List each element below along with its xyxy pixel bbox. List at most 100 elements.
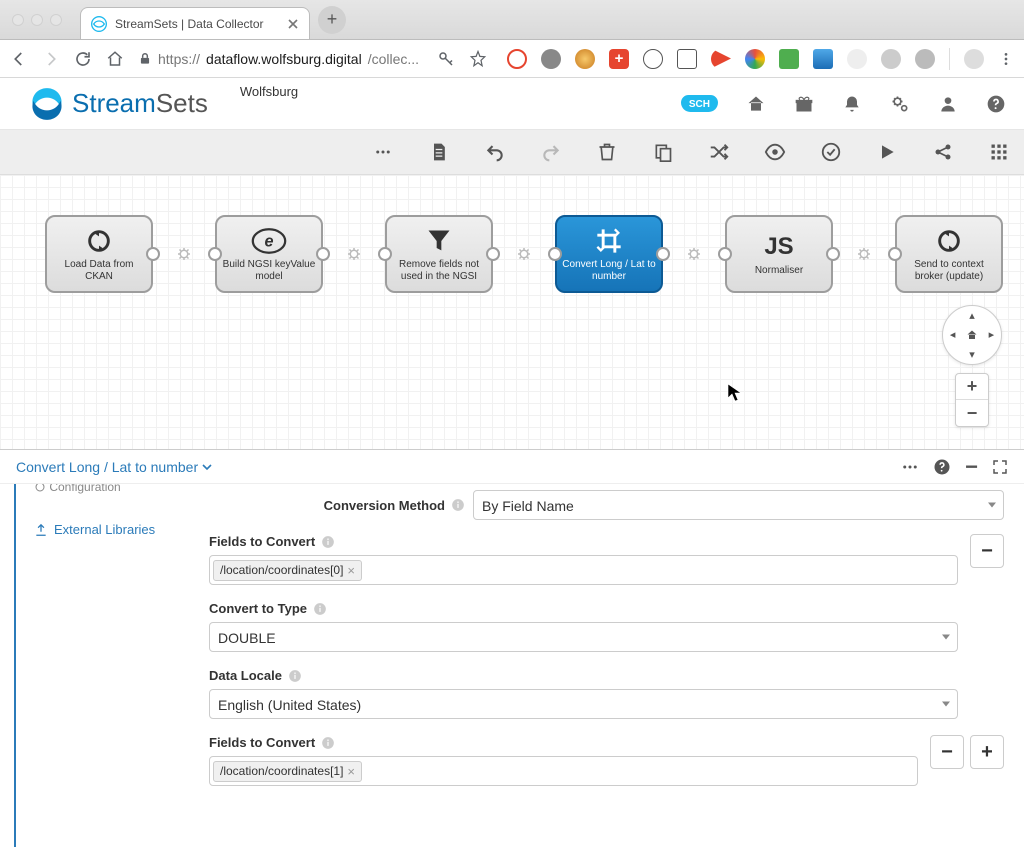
new-tab-button[interactable]: + bbox=[318, 6, 346, 34]
add-group-button[interactable]: + bbox=[970, 735, 1004, 769]
pipeline-stage[interactable]: eBuild NGSI keyValue model bbox=[215, 215, 323, 293]
pan-up-icon[interactable]: ▴ bbox=[969, 309, 975, 322]
tab-close-icon[interactable] bbox=[287, 18, 299, 30]
gift-icon[interactable] bbox=[794, 94, 814, 114]
ext-icon-10[interactable] bbox=[813, 49, 833, 69]
stage-connector bbox=[153, 242, 215, 266]
config-tab-truncated[interactable]: Configuration bbox=[34, 484, 209, 494]
convert-to-type-select[interactable]: DOUBLE bbox=[209, 622, 958, 652]
pan-home-icon[interactable] bbox=[966, 329, 978, 341]
ext-icon-9[interactable] bbox=[779, 49, 799, 69]
pan-left-icon[interactable]: ◂ bbox=[950, 328, 956, 341]
home-icon[interactable] bbox=[746, 94, 766, 114]
shuffle-icon[interactable] bbox=[708, 141, 730, 163]
stage-icon: JS bbox=[761, 232, 797, 262]
forward-button[interactable] bbox=[42, 50, 60, 68]
window-close-dot[interactable] bbox=[12, 14, 24, 26]
help-icon[interactable] bbox=[986, 94, 1006, 114]
fields-to-convert-input[interactable]: /location/coordinates[0]× bbox=[209, 555, 958, 585]
info-icon[interactable] bbox=[321, 535, 335, 549]
pan-right-icon[interactable]: ▸ bbox=[989, 328, 995, 341]
remove-group-button[interactable]: − bbox=[930, 735, 964, 769]
data-locale-select[interactable]: English (United States) bbox=[209, 689, 958, 719]
window-zoom-dot[interactable] bbox=[50, 14, 62, 26]
ext-icon-7[interactable] bbox=[711, 49, 731, 69]
grid-icon[interactable] bbox=[988, 141, 1010, 163]
pan-down-icon[interactable]: ▾ bbox=[969, 348, 975, 361]
sch-badge[interactable]: SCH bbox=[681, 95, 718, 112]
profile-avatar-icon[interactable] bbox=[964, 49, 984, 69]
ext-icon-1[interactable] bbox=[507, 49, 527, 69]
browser-tab[interactable]: StreamSets | Data Collector bbox=[80, 7, 310, 39]
reload-button[interactable] bbox=[74, 50, 92, 68]
info-icon[interactable] bbox=[288, 669, 302, 683]
pipeline-stage[interactable]: Send to context broker (update) bbox=[895, 215, 1003, 293]
tab-title: StreamSets | Data Collector bbox=[115, 17, 279, 31]
data-locale-label: Data Locale bbox=[209, 668, 958, 683]
config-panel-body: Configuration External Libraries Convers… bbox=[0, 484, 1024, 847]
field-token[interactable]: /location/coordinates[0]× bbox=[213, 560, 362, 581]
stage-connector bbox=[323, 242, 385, 266]
ext-icon-12[interactable] bbox=[881, 49, 901, 69]
fields-to-convert-input[interactable]: /location/coordinates[1]× bbox=[209, 756, 918, 786]
play-icon[interactable] bbox=[876, 141, 898, 163]
gears-icon[interactable] bbox=[890, 94, 910, 114]
share-icon[interactable] bbox=[932, 141, 954, 163]
trash-icon[interactable] bbox=[596, 141, 618, 163]
panel-expand-icon[interactable] bbox=[992, 459, 1008, 475]
ext-icon-6[interactable] bbox=[677, 49, 697, 69]
ext-icon-8[interactable] bbox=[745, 49, 765, 69]
conversion-method-select[interactable]: By Field Name bbox=[473, 490, 1004, 520]
panel-help-icon[interactable] bbox=[933, 458, 951, 476]
ext-icon-3[interactable] bbox=[575, 49, 595, 69]
panel-minimize-icon[interactable]: − bbox=[965, 454, 978, 480]
undo-icon[interactable] bbox=[484, 141, 506, 163]
preview-icon[interactable] bbox=[764, 141, 786, 163]
ext-icon-11[interactable] bbox=[847, 49, 867, 69]
more-icon[interactable] bbox=[372, 141, 394, 163]
bell-icon[interactable] bbox=[842, 94, 862, 114]
ext-icon-13[interactable] bbox=[915, 49, 935, 69]
stage-connector bbox=[833, 242, 895, 266]
remove-group-button[interactable]: − bbox=[970, 534, 1004, 568]
pan-control[interactable]: ▴ ◂ ▸ ▾ bbox=[942, 305, 1002, 365]
pipeline-stage[interactable]: JSNormaliser bbox=[725, 215, 833, 293]
ext-icon-2[interactable] bbox=[541, 49, 561, 69]
window-minimize-dot[interactable] bbox=[31, 14, 43, 26]
info-icon[interactable] bbox=[451, 498, 465, 512]
info-icon[interactable] bbox=[313, 602, 327, 616]
back-button[interactable] bbox=[10, 50, 28, 68]
stage-icon bbox=[591, 226, 627, 256]
copy-icon[interactable] bbox=[652, 141, 674, 163]
caret-down-icon bbox=[202, 462, 212, 472]
key-icon[interactable] bbox=[437, 50, 455, 68]
info-icon[interactable] bbox=[321, 736, 335, 750]
pipeline-stage[interactable]: Convert Long / Lat to number bbox=[555, 215, 663, 293]
ext-icon-5[interactable] bbox=[643, 49, 663, 69]
pipeline-stage[interactable]: Remove fields not used in the NGSI bbox=[385, 215, 493, 293]
conversion-method-label: Conversion Method bbox=[209, 498, 473, 513]
star-icon[interactable] bbox=[469, 50, 487, 68]
menu-icon[interactable] bbox=[998, 51, 1014, 67]
panel-more-icon[interactable] bbox=[901, 458, 919, 476]
pipeline-stage[interactable]: Load Data from CKAN bbox=[45, 215, 153, 293]
lock-icon bbox=[138, 52, 152, 66]
zoom-control: + − bbox=[955, 373, 989, 427]
stage-connector bbox=[663, 242, 725, 266]
selected-stage-name[interactable]: Convert Long / Lat to number bbox=[16, 459, 212, 475]
external-libraries-tab[interactable]: External Libraries bbox=[34, 522, 209, 537]
home-button[interactable] bbox=[106, 50, 124, 68]
product-logo[interactable]: StreamSets bbox=[28, 85, 208, 123]
field-token[interactable]: /location/coordinates[1]× bbox=[213, 761, 362, 782]
ext-icon-4[interactable]: + bbox=[609, 49, 629, 69]
zoom-in-button[interactable]: + bbox=[956, 374, 988, 400]
pipeline-canvas[interactable]: Load Data from CKAN eBuild NGSI keyValue … bbox=[0, 175, 1024, 450]
stage-icon bbox=[421, 226, 457, 256]
address-bar[interactable]: https://dataflow.wolfsburg.digital/colle… bbox=[138, 51, 423, 67]
token-remove-icon[interactable]: × bbox=[347, 764, 355, 779]
token-remove-icon[interactable]: × bbox=[347, 563, 355, 578]
validate-icon[interactable] bbox=[820, 141, 842, 163]
file-icon[interactable] bbox=[428, 141, 450, 163]
zoom-out-button[interactable]: − bbox=[956, 400, 988, 426]
user-icon[interactable] bbox=[938, 94, 958, 114]
